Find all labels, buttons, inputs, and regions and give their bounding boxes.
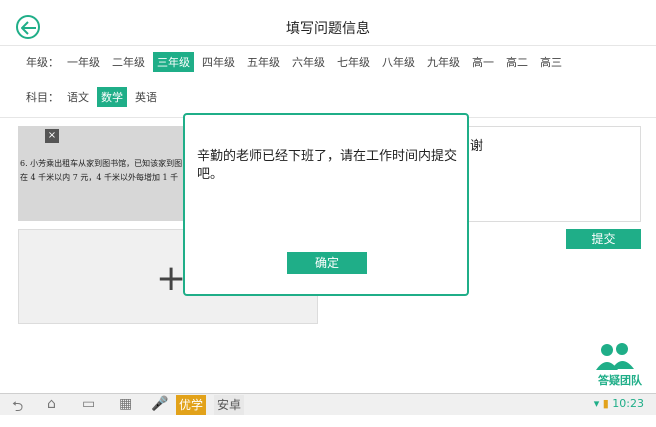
team-icon [596, 343, 634, 370]
description-field[interactable]: 谢 [445, 126, 641, 222]
subject-selector: 科目： 语文 数学 英语 [26, 87, 165, 107]
subject-chip-math[interactable]: 数学 [97, 87, 127, 107]
app-chip-android[interactable]: 安卓 [214, 395, 245, 415]
grade-chip-7[interactable]: 七年级 [333, 52, 374, 72]
photo-text-line: 在 4 千米以内 7 元，4 千米以外每增加 1 千 [20, 173, 179, 182]
subject-label: 科目： [26, 91, 59, 104]
grade-chip-4[interactable]: 四年级 [198, 52, 239, 72]
dialog-message: 辛勤的老师已经下班了，请在工作时间内提交吧。 [197, 149, 458, 182]
grade-selector: 年级： 一年级 二年级 三年级 四年级 五年级 六年级 七年级 八年级 九年级 … [26, 52, 570, 72]
grade-chip-12[interactable]: 高三 [536, 52, 566, 72]
battery-icon: ▮ [602, 397, 609, 410]
subject-chip-english[interactable]: 英语 [131, 87, 161, 107]
home-icon[interactable]: ⌂ [47, 396, 56, 412]
grid-icon[interactable]: ▦ [119, 396, 132, 412]
divider [0, 45, 656, 46]
system-navbar: ⮌ ⌂ ▭ ▦ 🎤 优学 安卓 ▾ ▮ 10:23 [0, 393, 656, 415]
watermark-logo: 答疑团队 [590, 340, 642, 388]
grade-chip-11[interactable]: 高二 [502, 52, 532, 72]
header-bar: 填写问题信息 [0, 0, 656, 50]
photo-text-line: 6. 小芳乘出租车从家到图书馆，已知该家到图 [20, 159, 183, 168]
grade-chip-6[interactable]: 六年级 [288, 52, 329, 72]
status-area: ▾ ▮ 10:23 [594, 397, 644, 410]
subject-chip-chinese[interactable]: 语文 [63, 87, 93, 107]
clock: 10:23 [612, 397, 644, 410]
grade-chip-1[interactable]: 一年级 [63, 52, 104, 72]
grade-chip-5[interactable]: 五年级 [243, 52, 284, 72]
app-chip-youxue[interactable]: 优学 [176, 395, 207, 415]
confirm-button[interactable]: 确定 [287, 252, 367, 274]
microphone-icon[interactable]: 🎤 [151, 396, 168, 412]
alert-dialog: 辛勤的老师已经下班了，请在工作时间内提交吧。 确定 [183, 113, 469, 296]
watermark-text: 答疑团队 [598, 374, 642, 387]
description-text: 谢 [470, 139, 484, 154]
grade-chip-9[interactable]: 九年级 [423, 52, 464, 72]
grade-chip-3[interactable]: 三年级 [153, 52, 194, 72]
wifi-icon: ▾ [593, 397, 600, 410]
grade-chip-8[interactable]: 八年级 [378, 52, 419, 72]
plus-icon: + [156, 258, 187, 299]
page-title: 填写问题信息 [286, 21, 370, 37]
recent-apps-icon[interactable]: ▭ [82, 396, 95, 412]
close-icon[interactable]: × [45, 129, 59, 143]
grade-chip-10[interactable]: 高一 [468, 52, 498, 72]
grade-label: 年级： [26, 56, 59, 69]
submit-button[interactable]: 提交 [566, 229, 641, 249]
question-photo[interactable]: × 6. 小芳乘出租车从家到图书馆，已知该家到图 在 4 千米以内 7 元，4 … [18, 126, 188, 221]
back-icon[interactable]: ⮌ [12, 396, 23, 420]
grade-chip-2[interactable]: 二年级 [108, 52, 149, 72]
